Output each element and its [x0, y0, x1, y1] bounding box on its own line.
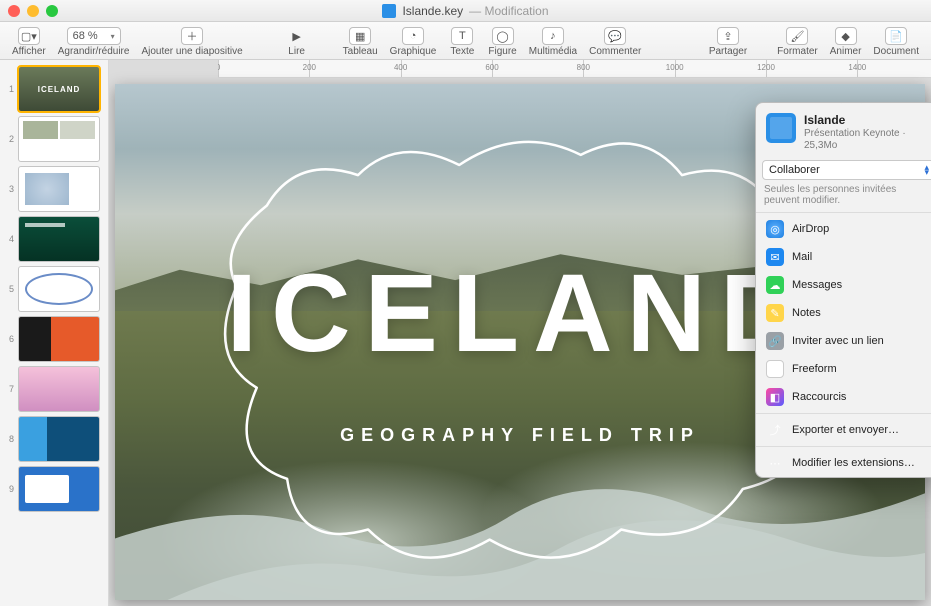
- animate-icon: ◆: [835, 27, 857, 45]
- share-invite-link[interactable]: 🔗Inviter avec un lien: [756, 327, 931, 355]
- plus-icon: ＋: [181, 27, 203, 45]
- slide-thumb-4[interactable]: 4: [0, 214, 108, 264]
- permission-row[interactable]: Seules les personnes invitées peuvent mo…: [764, 184, 931, 206]
- traffic-lights: [8, 5, 58, 17]
- play-button[interactable]: ▶ Lire: [277, 27, 317, 59]
- share-icon: ⇪: [717, 27, 739, 45]
- close-window-icon[interactable]: [8, 5, 20, 17]
- slide-thumb-6[interactable]: 6: [0, 314, 108, 364]
- format-button[interactable]: 🖌 Formater: [771, 27, 824, 59]
- shortcuts-icon: ◧: [766, 388, 784, 406]
- slide-thumb-2[interactable]: 2: [0, 114, 108, 164]
- canvas[interactable]: 020040060080010001200140016001700 ICELAN…: [109, 60, 931, 606]
- horizontal-ruler: 020040060080010001200140016001700: [218, 60, 931, 78]
- share-edit-extensions[interactable]: ⋯Modifier les extensions…: [756, 449, 931, 477]
- chevron-down-icon: ▾: [111, 32, 115, 41]
- slide-thumb-5[interactable]: 5: [0, 264, 108, 314]
- ruler-tick-label: 0: [218, 63, 220, 72]
- view-icon: ▢▾: [18, 27, 40, 45]
- keynote-app-icon: [766, 113, 796, 143]
- media-icon: ♪: [542, 27, 564, 45]
- share-doc-name: Islande: [804, 113, 931, 127]
- document-filename: Islande.key: [402, 4, 463, 18]
- ruler-tick-label: 200: [303, 63, 316, 72]
- keynote-file-icon: [382, 4, 396, 18]
- slide-thumb-7[interactable]: 7: [0, 364, 108, 414]
- table-button[interactable]: ▦ Tableau: [337, 27, 384, 59]
- shape-icon: ◯: [492, 27, 514, 45]
- ruler-tick-label: 1000: [666, 63, 684, 72]
- add-slide-button[interactable]: ＋ Ajouter une diapositive: [135, 27, 248, 59]
- table-icon: ▦: [349, 27, 371, 45]
- share-popover-header: Islande Présentation Keynote · 25,3Mo: [756, 103, 931, 160]
- animate-button[interactable]: ◆ Animer: [824, 27, 868, 59]
- share-export[interactable]: ⤴Exporter et envoyer…: [756, 416, 931, 444]
- share-messages[interactable]: ☁Messages: [756, 271, 931, 299]
- document-button[interactable]: 📄 Document: [867, 27, 925, 59]
- share-airdrop[interactable]: ◎AirDrop: [756, 215, 931, 243]
- shape-button[interactable]: ◯ Figure: [482, 27, 522, 59]
- airdrop-icon: ◎: [766, 220, 784, 238]
- comment-button[interactable]: 💬 Commenter: [583, 27, 647, 59]
- share-popover: Islande Présentation Keynote · 25,3Mo Co…: [755, 102, 931, 478]
- document-icon: 📄: [885, 27, 907, 45]
- ellipsis-icon: ⋯: [766, 454, 784, 472]
- text-icon: T: [451, 27, 473, 45]
- ruler-tick-label: 1400: [848, 63, 866, 72]
- freeform-icon: 〰: [766, 360, 784, 378]
- zoom-select[interactable]: 68 %▾ Agrandir/réduire: [52, 27, 136, 59]
- chart-icon: ◔: [402, 27, 424, 45]
- share-doc-meta: Présentation Keynote · 25,3Mo: [804, 128, 931, 152]
- document-mode: — Modification: [469, 4, 548, 18]
- slide-thumb-8[interactable]: 8: [0, 414, 108, 464]
- mail-icon: ✉: [766, 248, 784, 266]
- minimize-window-icon[interactable]: [27, 5, 39, 17]
- media-button[interactable]: ♪ Multimédia: [523, 27, 583, 59]
- toolbar: ▢▾ Afficher 68 %▾ Agrandir/réduire ＋ Ajo…: [0, 22, 931, 60]
- messages-icon: ☁: [766, 276, 784, 294]
- collaborate-select[interactable]: Collaborer ▴▾: [762, 160, 931, 180]
- ruler-tick-label: 400: [394, 63, 407, 72]
- ruler-tick-label: 600: [485, 63, 498, 72]
- updown-chevron-icon: ▴▾: [924, 165, 929, 175]
- share-notes[interactable]: ✎Notes: [756, 299, 931, 327]
- slide-thumb-3[interactable]: 3: [0, 164, 108, 214]
- thumb-image: ICELAND: [18, 66, 100, 112]
- play-icon: ▶: [286, 27, 308, 45]
- slide-navigator[interactable]: 1 ICELAND 2 3 4 5 6 7 8 9: [0, 60, 109, 606]
- view-button[interactable]: ▢▾ Afficher: [6, 27, 52, 59]
- text-button[interactable]: T Texte: [442, 27, 482, 59]
- comment-icon: 💬: [604, 27, 626, 45]
- notes-icon: ✎: [766, 304, 784, 322]
- window-titlebar: Islande.key — Modification: [0, 0, 931, 22]
- share-freeform[interactable]: 〰Freeform: [756, 355, 931, 383]
- chart-button[interactable]: ◔ Graphique: [384, 27, 443, 59]
- slide-thumb-9[interactable]: 9: [0, 464, 108, 514]
- fullscreen-window-icon[interactable]: [46, 5, 58, 17]
- share-button[interactable]: ⇪ Partager: [703, 27, 753, 59]
- format-icon: 🖌: [786, 27, 808, 45]
- link-icon: 🔗: [766, 332, 784, 350]
- ruler-tick-label: 800: [577, 63, 590, 72]
- slide-thumb-1[interactable]: 1 ICELAND: [0, 64, 108, 114]
- ruler-tick-label: 1200: [757, 63, 775, 72]
- window-title: Islande.key — Modification: [58, 4, 873, 18]
- share-mail[interactable]: ✉Mail: [756, 243, 931, 271]
- export-icon: ⤴: [766, 421, 784, 439]
- share-shortcuts[interactable]: ◧Raccourcis: [756, 383, 931, 411]
